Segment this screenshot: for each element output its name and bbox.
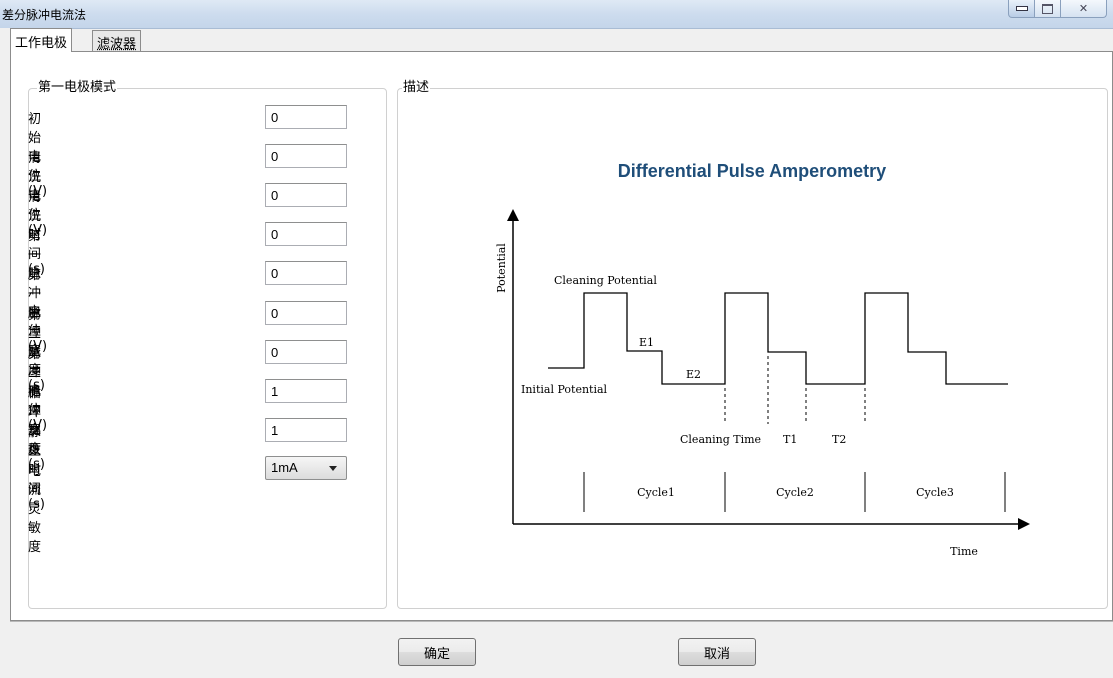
tab-filter[interactable]: 滤波器: [92, 30, 142, 52]
maximize-icon: [1042, 3, 1053, 14]
close-button[interactable]: ✕: [1061, 0, 1107, 18]
y-axis-label: Potential: [495, 243, 508, 293]
e1-label: E1: [639, 336, 654, 349]
e2-label: E2: [686, 368, 701, 381]
cycle3-label: Cycle3: [916, 486, 954, 499]
quiet-time-input[interactable]: [265, 418, 347, 442]
ok-button[interactable]: 确定: [398, 638, 476, 666]
sensitivity-field-label: 电流灵敏度: [28, 464, 42, 555]
initial-potential-label: Initial Potential: [521, 383, 608, 396]
first-pulse-potential-input[interactable]: [265, 222, 347, 246]
dialog-button-bar: [10, 621, 1113, 678]
cycle-count-input[interactable]: [265, 379, 347, 403]
minimize-icon: [1015, 6, 1028, 11]
close-icon: ✕: [1078, 2, 1089, 15]
tab-working-electrode[interactable]: 工作电极: [10, 28, 73, 52]
x-axis-label: Time: [950, 545, 978, 558]
minimize-button[interactable]: [1008, 0, 1035, 18]
title-bar: 差分脉冲电流法 ✕: [0, 0, 1113, 29]
window-controls: ✕: [1008, 0, 1107, 20]
cancel-button[interactable]: 取消: [678, 638, 756, 666]
sensitivity-selected-value: 1mA: [271, 460, 298, 475]
initial-potential-input[interactable]: [265, 105, 347, 129]
second-pulse-potential-input[interactable]: [265, 301, 347, 325]
electrode-mode-group-title: 第一电极模式: [37, 80, 118, 96]
dpa-diagram: Differential Pulse Amperometry Potential…: [495, 161, 1030, 558]
window-title: 差分脉冲电流法: [2, 8, 87, 22]
cleaning-potential-label: Cleaning Potential: [554, 274, 657, 287]
first-pulse-width-input[interactable]: [265, 261, 347, 285]
diagram-title: Differential Pulse Amperometry: [618, 161, 886, 181]
maximize-button[interactable]: [1035, 0, 1061, 18]
cleaning-potential-input[interactable]: [265, 144, 347, 168]
cycle2-label: Cycle2: [776, 486, 814, 499]
second-pulse-width-input[interactable]: [265, 340, 347, 364]
t1-label: T1: [783, 433, 797, 446]
cleaning-time-label: Cleaning Time: [680, 433, 761, 446]
window-frame: [0, 28, 10, 677]
tab-panel: 第一电极模式 描述 Differential Pulse Amperometry…: [10, 51, 1113, 621]
cycle1-label: Cycle1: [637, 486, 675, 499]
timing-markers: [724, 356, 866, 424]
sensitivity-select[interactable]: 1mA: [265, 456, 347, 480]
chevron-down-icon: [329, 466, 337, 471]
potential-waveform: [548, 292, 1008, 385]
cleaning-time-input[interactable]: [265, 183, 347, 207]
t2-label: T2: [832, 433, 846, 446]
description-group: 描述 Differential Pulse Amperometry Potent…: [397, 80, 1108, 609]
